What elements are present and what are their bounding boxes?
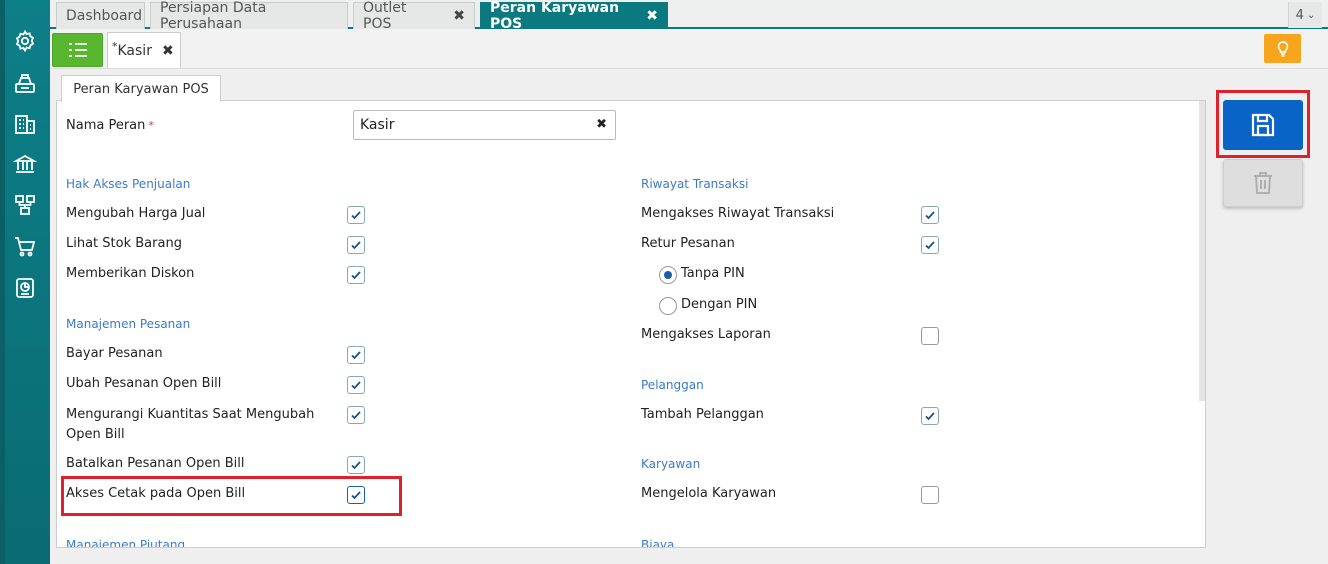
section-biaya: Biaya xyxy=(641,538,675,548)
checkbox-akses-laporan[interactable] xyxy=(921,327,939,345)
checkbox-retur-pesanan[interactable] xyxy=(921,236,939,254)
tab-count-dropdown[interactable]: 4 ⌄ xyxy=(1288,2,1322,28)
label-tambah-pelanggan: Tambah Pelanggan xyxy=(641,407,764,422)
tab-label: Persiapan Data Perusahaan xyxy=(160,0,267,32)
section-manajemen-piutang: Manajemen Piutang xyxy=(66,538,186,548)
required-mark: * xyxy=(148,119,154,132)
tab-peran-karyawan[interactable]: Peran Karyawan POS ✖ xyxy=(480,0,668,32)
scrollbar[interactable] xyxy=(1199,101,1205,401)
role-name-value: Kasir xyxy=(360,117,395,133)
list-menu-button[interactable] xyxy=(52,33,103,67)
sidebar xyxy=(0,0,50,564)
tab-label: Outlet POS xyxy=(363,0,407,32)
top-tab-bar: Dashboard Persiapan Data Perusahaan Outl… xyxy=(50,0,1328,32)
checkbox-kelola-karyawan[interactable] xyxy=(921,486,939,504)
check-icon xyxy=(925,412,935,421)
building-icon[interactable] xyxy=(12,111,38,137)
highlight-save-button xyxy=(1216,90,1310,158)
list-icon xyxy=(68,43,87,57)
label-bayar: Bayar Pesanan xyxy=(66,346,163,361)
label-tanpa-pin: Tanpa PIN xyxy=(681,266,745,281)
form-tab-label: Peran Karyawan POS xyxy=(73,81,209,97)
label-dengan-pin: Dengan PIN xyxy=(681,297,758,312)
section-pelanggan: Pelanggan xyxy=(641,378,704,392)
radio-dengan-pin[interactable] xyxy=(659,297,677,315)
check-icon xyxy=(351,381,361,390)
label-ubah-open-bill: Ubah Pesanan Open Bill xyxy=(66,376,222,391)
label-akses-riwayat: Mengakses Riwayat Transaksi xyxy=(641,206,835,221)
label-kurangi-kuantitas: Mengurangi Kuantitas Saat Mengubah Open … xyxy=(66,407,315,442)
lightbulb-icon xyxy=(1277,40,1288,57)
checkbox-diskon[interactable] xyxy=(347,266,365,284)
checkbox-bayar[interactable] xyxy=(347,346,365,364)
label-retur-pesanan: Retur Pesanan xyxy=(641,236,735,251)
tab-label: Peran Karyawan POS xyxy=(490,0,620,32)
tab-dashboard[interactable]: Dashboard xyxy=(56,2,145,29)
label-akses-laporan: Mengakses Laporan xyxy=(641,327,771,342)
close-icon[interactable]: ✖ xyxy=(646,8,658,24)
role-name-label-text: Nama Peran xyxy=(66,118,146,133)
modified-mark: * xyxy=(112,40,118,53)
tab-persiapan-data[interactable]: Persiapan Data Perusahaan xyxy=(150,0,348,32)
tab-outlet-pos[interactable]: Outlet POS ✖ xyxy=(353,0,475,32)
check-icon xyxy=(351,211,361,220)
label-diskon: Memberikan Diskon xyxy=(66,266,195,281)
checkbox-ubah-open-bill[interactable] xyxy=(347,376,365,394)
network-icon[interactable] xyxy=(12,192,38,218)
check-icon xyxy=(351,351,361,360)
role-name-label: Nama Peran * xyxy=(66,116,154,136)
checkbox-lihat-stok[interactable] xyxy=(347,236,365,254)
check-icon xyxy=(351,271,361,280)
bank-icon[interactable] xyxy=(12,151,38,177)
checkbox-tambah-pelanggan[interactable] xyxy=(921,407,939,425)
form-tab[interactable]: Peran Karyawan POS xyxy=(61,75,221,102)
close-icon[interactable]: ✖ xyxy=(596,117,607,132)
checkbox-akses-riwayat[interactable] xyxy=(921,206,939,224)
check-icon xyxy=(925,211,935,220)
section-manajemen-pesanan: Manajemen Pesanan xyxy=(66,317,191,331)
report-icon[interactable] xyxy=(12,275,38,301)
gear-icon[interactable] xyxy=(12,28,38,54)
subtab-label: Kasir xyxy=(117,42,152,59)
cash-register-icon[interactable] xyxy=(12,70,38,96)
tab-count: 4 xyxy=(1295,7,1304,23)
section-hak-akses-penjualan: Hak Akses Penjualan xyxy=(66,177,191,191)
section-karyawan: Karyawan xyxy=(641,457,701,471)
check-icon xyxy=(351,411,361,420)
role-name-input[interactable]: Kasir ✖ xyxy=(353,110,616,140)
subtab-kasir[interactable]: * Kasir ✖ xyxy=(107,32,181,68)
delete-button[interactable] xyxy=(1223,159,1303,207)
tips-button[interactable] xyxy=(1264,34,1301,63)
sidebar-strip xyxy=(0,0,5,564)
trash-icon xyxy=(1254,172,1272,194)
close-icon[interactable]: ✖ xyxy=(453,8,465,24)
label-kelola-karyawan: Mengelola Karyawan xyxy=(641,486,777,501)
checkbox-kurangi-kuantitas[interactable] xyxy=(347,406,365,424)
checkbox-batalkan-open-bill[interactable] xyxy=(347,456,365,474)
checkbox-ubah-harga[interactable] xyxy=(347,206,365,224)
label-lihat-stok: Lihat Stok Barang xyxy=(66,236,182,251)
tab-label: Dashboard xyxy=(66,8,142,24)
check-icon xyxy=(351,461,361,470)
section-riwayat-transaksi: Riwayat Transaksi xyxy=(641,177,749,191)
content-area: Peran Karyawan POS Nama Peran * Kasir ✖ H… xyxy=(50,69,1328,564)
close-icon[interactable]: ✖ xyxy=(162,43,174,59)
check-icon xyxy=(925,241,935,250)
highlight-akses-cetak xyxy=(61,476,402,516)
sub-tab-bar: * Kasir ✖ xyxy=(50,29,1328,69)
label-batalkan-open-bill: Batalkan Pesanan Open Bill xyxy=(66,456,245,471)
radio-tanpa-pin[interactable] xyxy=(659,266,677,284)
cart-icon[interactable] xyxy=(12,234,38,260)
chevron-down-icon: ⌄ xyxy=(1306,9,1316,21)
label-ubah-harga: Mengubah Harga Jual xyxy=(66,206,206,221)
check-icon xyxy=(351,241,361,250)
